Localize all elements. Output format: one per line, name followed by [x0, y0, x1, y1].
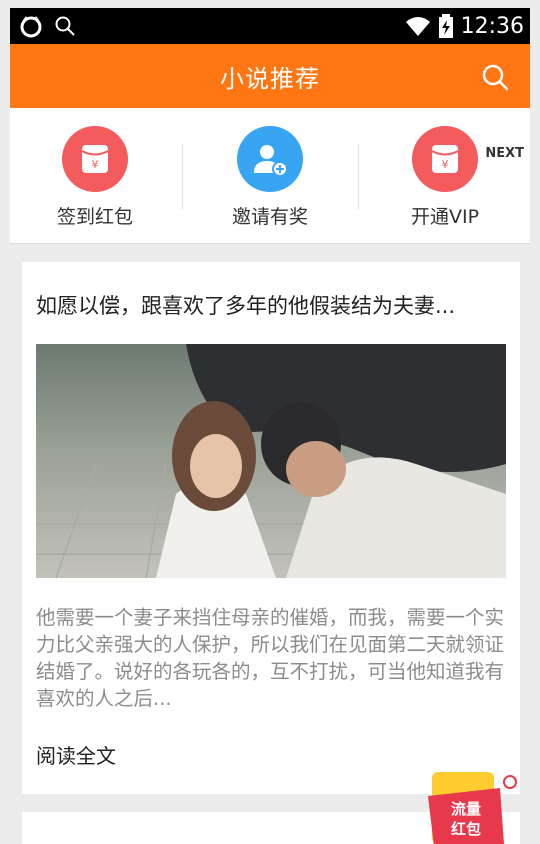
page-title: 小说推荐 — [220, 64, 320, 93]
battery-icon — [438, 14, 453, 38]
invite-user-icon — [237, 126, 303, 192]
status-bar: 12:36 — [10, 8, 530, 44]
float-packet-text-2: 红包 — [451, 820, 481, 838]
quick-actions-bar: ¥ 签到红包 邀请有奖 ¥ 开通VIP NEXT — [10, 108, 530, 244]
action-open-vip[interactable]: ¥ 开通VIP — [370, 126, 520, 229]
clock: 12:36 — [460, 13, 524, 39]
action-label: 签到红包 — [56, 206, 133, 228]
search-icon[interactable] — [480, 62, 510, 92]
divider — [358, 144, 359, 210]
action-label: 开通VIP — [410, 206, 480, 228]
red-envelope-icon: ¥ — [62, 126, 128, 192]
app-screen: 12:36 小说推荐 ¥ 签到红包 邀请有奖 ¥ 开通VIP NEXT 如愿以偿… — [0, 0, 540, 844]
article-title[interactable]: 如愿以偿，跟喜欢了多年的他假装结为夫妻... — [36, 290, 506, 320]
app-header: 小说推荐 — [10, 44, 530, 108]
action-label: 邀请有奖 — [231, 206, 308, 228]
next-button[interactable]: NEXT — [485, 146, 524, 161]
action-checkin-red-packet[interactable]: ¥ 签到红包 — [20, 126, 170, 229]
article-cover-image[interactable] — [36, 344, 506, 578]
svg-text:¥: ¥ — [442, 158, 449, 171]
notification-cat-icon — [20, 16, 42, 38]
float-packet-text-1: 流量 — [451, 800, 481, 818]
red-envelope-icon: ¥ — [412, 126, 478, 192]
search-status-icon — [55, 16, 75, 36]
wifi-icon — [405, 17, 430, 36]
action-invite-reward[interactable]: 邀请有奖 — [195, 126, 345, 229]
svg-text:¥: ¥ — [92, 158, 99, 171]
floating-red-packet[interactable]: 流量 红包 — [424, 766, 520, 844]
read-more-link[interactable]: 阅读全文 — [36, 740, 116, 769]
article-card[interactable]: 如愿以偿，跟喜欢了多年的他假装结为夫妻... 他需要一个妻子来挡住母亲的催婚，而… — [22, 262, 520, 794]
divider — [182, 144, 183, 210]
article-excerpt: 他需要一个妻子来挡住母亲的催婚，而我，需要一个实力比父亲强大的人保护，所以我们在… — [36, 606, 505, 710]
